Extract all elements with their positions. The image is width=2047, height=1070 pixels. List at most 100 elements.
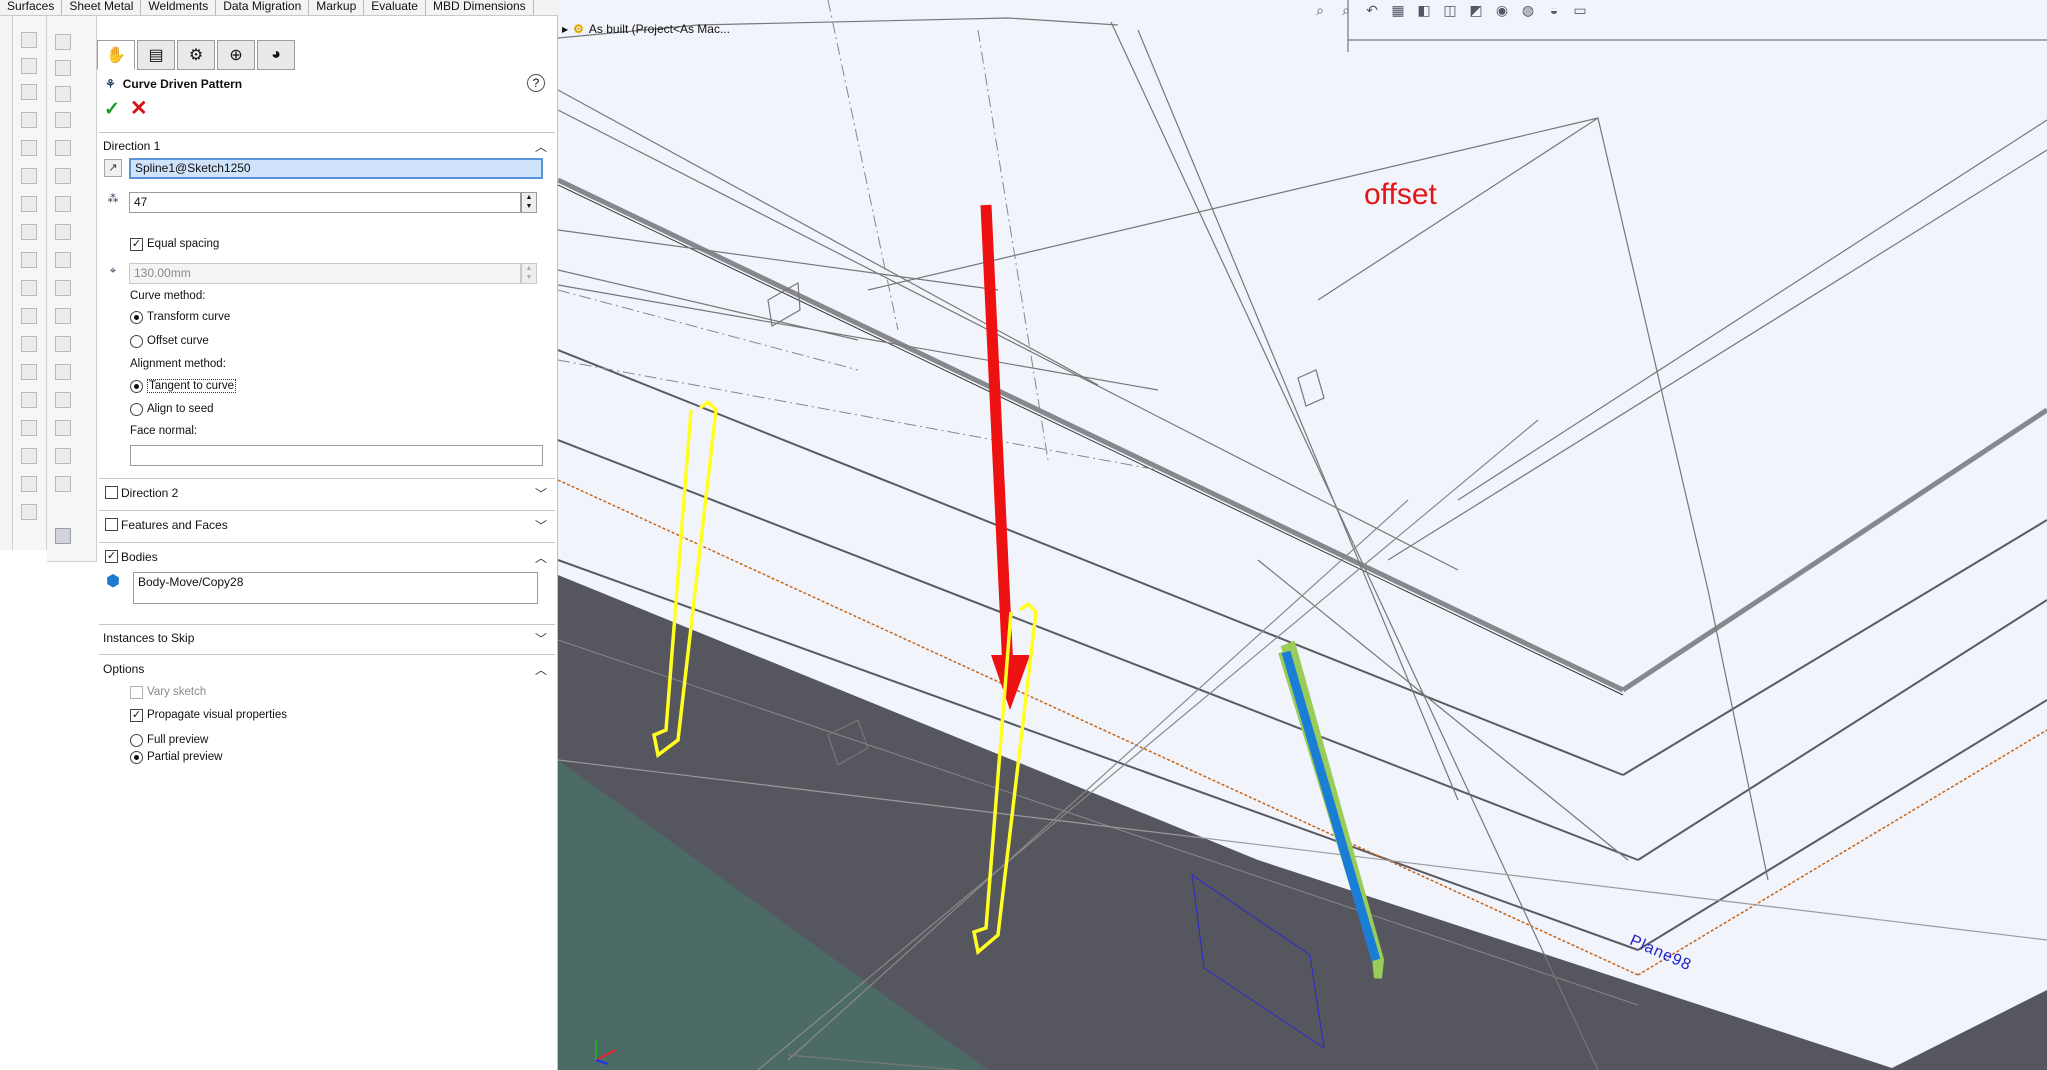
features-and-faces-checkbox[interactable] bbox=[105, 518, 118, 531]
chevron-down-icon[interactable]: ﹀ bbox=[535, 485, 547, 502]
display-manager-tab-icon[interactable]: ◕ bbox=[257, 40, 295, 70]
view-settings-icon[interactable]: ▭ bbox=[1570, 1, 1590, 19]
zoom-to-area-icon[interactable]: ⌕ bbox=[1336, 1, 1356, 19]
partial-preview-radio[interactable] bbox=[130, 751, 143, 764]
help-icon[interactable]: ? bbox=[527, 74, 545, 92]
dynamic-annotation-icon[interactable]: ◧ bbox=[1414, 1, 1434, 19]
sketch-tool-icon[interactable] bbox=[21, 420, 37, 436]
expand-icon[interactable]: ▶ bbox=[562, 25, 568, 34]
section-view-icon[interactable]: ▦ bbox=[1388, 1, 1408, 19]
sketch-tool-icon[interactable] bbox=[21, 448, 37, 464]
feature-manager-tab-icon[interactable]: ✋ bbox=[97, 40, 135, 70]
feature-tool-icon[interactable] bbox=[55, 168, 71, 184]
sketch-tool-icon[interactable] bbox=[21, 32, 37, 48]
equal-spacing-checkbox[interactable]: ✓ bbox=[130, 238, 143, 251]
feature-tool-icon[interactable] bbox=[55, 364, 71, 380]
sketch-tool-icon[interactable] bbox=[21, 504, 37, 520]
sketch-tool-icon[interactable] bbox=[21, 112, 37, 128]
instances-to-skip-header[interactable]: Instances to Skip ﹀ bbox=[103, 627, 551, 649]
bodies-list[interactable]: Body-Move/Copy28 bbox=[133, 572, 538, 604]
instances-input[interactable]: 47 bbox=[129, 192, 521, 213]
sketch-tool-icon[interactable] bbox=[21, 168, 37, 184]
features-and-faces-header[interactable]: Features and Faces ﹀ bbox=[121, 514, 551, 536]
feature-tool-icon[interactable] bbox=[55, 140, 71, 156]
sketch-tool-icon[interactable] bbox=[21, 336, 37, 352]
previous-view-icon[interactable]: ↶ bbox=[1362, 1, 1382, 19]
cancel-button[interactable]: ✕ bbox=[130, 96, 148, 121]
feature-tree-flyout[interactable]: ▶ ⚙ As built (Project<As Mac... bbox=[562, 22, 730, 36]
transform-curve-radio[interactable] bbox=[130, 311, 143, 324]
propagate-visual-checkbox[interactable]: ✓ bbox=[130, 709, 143, 722]
sketch-tool-icon[interactable] bbox=[21, 252, 37, 268]
property-manager: ✋ ▤ ⚙ ⊕ ◕ ⚘ Curve Driven Pattern ? ✓ ✕ D… bbox=[97, 16, 558, 1070]
sketch-tool-icon[interactable] bbox=[21, 308, 37, 324]
tab-sheet-metal[interactable]: Sheet Metal bbox=[62, 0, 142, 15]
chevron-up-icon[interactable]: ︿ bbox=[535, 549, 547, 566]
sketch-tool-icon[interactable] bbox=[21, 280, 37, 296]
feature-tool-icon[interactable] bbox=[55, 60, 71, 76]
sketch-tool-icon[interactable] bbox=[21, 364, 37, 380]
model-graphics bbox=[558, 0, 2047, 1070]
feature-tool-icon[interactable] bbox=[55, 252, 71, 268]
sketch-tool-icon[interactable] bbox=[21, 224, 37, 240]
tangent-to-curve-label: Tangent to curve bbox=[147, 379, 237, 393]
curve-driven-pattern-tool-icon[interactable] bbox=[55, 528, 71, 544]
tangent-to-curve-radio[interactable] bbox=[130, 380, 143, 393]
chevron-down-icon[interactable]: ﹀ bbox=[535, 517, 547, 534]
feature-tool-icon[interactable] bbox=[55, 280, 71, 296]
display-style-icon[interactable]: ◩ bbox=[1466, 1, 1486, 19]
options-header[interactable]: Options ︿ bbox=[103, 658, 551, 680]
pattern-direction-field[interactable]: Spline1@Sketch1250 bbox=[129, 158, 543, 179]
align-to-seed-radio[interactable] bbox=[130, 403, 143, 416]
edit-appearance-icon[interactable]: ◍ bbox=[1518, 1, 1538, 19]
tab-markup[interactable]: Markup bbox=[309, 0, 365, 15]
sketch-tool-icon[interactable] bbox=[21, 84, 37, 100]
chevron-down-icon[interactable]: ﹀ bbox=[535, 630, 547, 647]
dimxpert-manager-tab-icon[interactable]: ⊕ bbox=[217, 40, 255, 70]
face-normal-field[interactable] bbox=[130, 445, 543, 466]
spacing-input[interactable]: 130.00mm bbox=[129, 263, 521, 284]
bodies-checkbox[interactable]: ✓ bbox=[105, 550, 118, 563]
instances-spinner[interactable]: ▲ ▼ bbox=[521, 192, 537, 213]
feature-tool-icon[interactable] bbox=[55, 336, 71, 352]
sketch-tool-icon[interactable] bbox=[21, 196, 37, 212]
spacing-spinner[interactable]: ▲ ▼ bbox=[521, 263, 537, 284]
tab-data-migration[interactable]: Data Migration bbox=[216, 0, 310, 15]
full-preview-radio[interactable] bbox=[130, 734, 143, 747]
tab-surfaces[interactable]: Surfaces bbox=[0, 0, 63, 15]
chevron-up-icon[interactable]: ︿ bbox=[535, 138, 547, 155]
hide-show-items-icon[interactable]: ◉ bbox=[1492, 1, 1512, 19]
feature-tool-icon[interactable] bbox=[55, 476, 71, 492]
feature-tool-icon[interactable] bbox=[55, 224, 71, 240]
sketch-tool-icon[interactable] bbox=[21, 392, 37, 408]
apply-scene-icon[interactable]: ◒ bbox=[1544, 1, 1564, 19]
direction2-header[interactable]: Direction 2 ﹀ bbox=[121, 482, 551, 504]
direction1-header[interactable]: Direction 1 ︿ bbox=[103, 135, 551, 157]
feature-tool-icon[interactable] bbox=[55, 196, 71, 212]
pattern-direction-icon[interactable]: ↗ bbox=[104, 159, 122, 177]
direction2-checkbox[interactable] bbox=[105, 486, 118, 499]
feature-tool-icon[interactable] bbox=[55, 392, 71, 408]
configuration-manager-tab-icon[interactable]: ⚙ bbox=[177, 40, 215, 70]
ok-button[interactable]: ✓ bbox=[104, 98, 120, 121]
view-orientation-icon[interactable]: ◫ bbox=[1440, 1, 1460, 19]
sketch-tool-icon[interactable] bbox=[21, 140, 37, 156]
feature-tool-icon[interactable] bbox=[55, 86, 71, 102]
feature-tool-icon[interactable] bbox=[55, 420, 71, 436]
property-manager-tab-icon[interactable]: ▤ bbox=[137, 40, 175, 70]
vary-sketch-checkbox[interactable] bbox=[130, 686, 143, 699]
feature-tool-icon[interactable] bbox=[55, 112, 71, 128]
feature-tool-icon[interactable] bbox=[55, 308, 71, 324]
bodies-header[interactable]: Bodies ︿ bbox=[121, 546, 551, 568]
graphics-area[interactable]: ▶ ⚙ As built (Project<As Mac... ⌕ ⌕ ↶ ▦ … bbox=[558, 0, 2047, 1070]
tab-mbd-dimensions[interactable]: MBD Dimensions bbox=[426, 0, 534, 15]
tab-evaluate[interactable]: Evaluate bbox=[364, 0, 426, 15]
feature-tool-icon[interactable] bbox=[55, 34, 71, 50]
offset-curve-radio[interactable] bbox=[130, 335, 143, 348]
chevron-up-icon[interactable]: ︿ bbox=[535, 661, 547, 678]
feature-tool-icon[interactable] bbox=[55, 448, 71, 464]
sketch-tool-icon[interactable] bbox=[21, 58, 37, 74]
zoom-to-fit-icon[interactable]: ⌕ bbox=[1310, 1, 1330, 19]
sketch-tool-icon[interactable] bbox=[21, 476, 37, 492]
tab-weldments[interactable]: Weldments bbox=[141, 0, 217, 15]
